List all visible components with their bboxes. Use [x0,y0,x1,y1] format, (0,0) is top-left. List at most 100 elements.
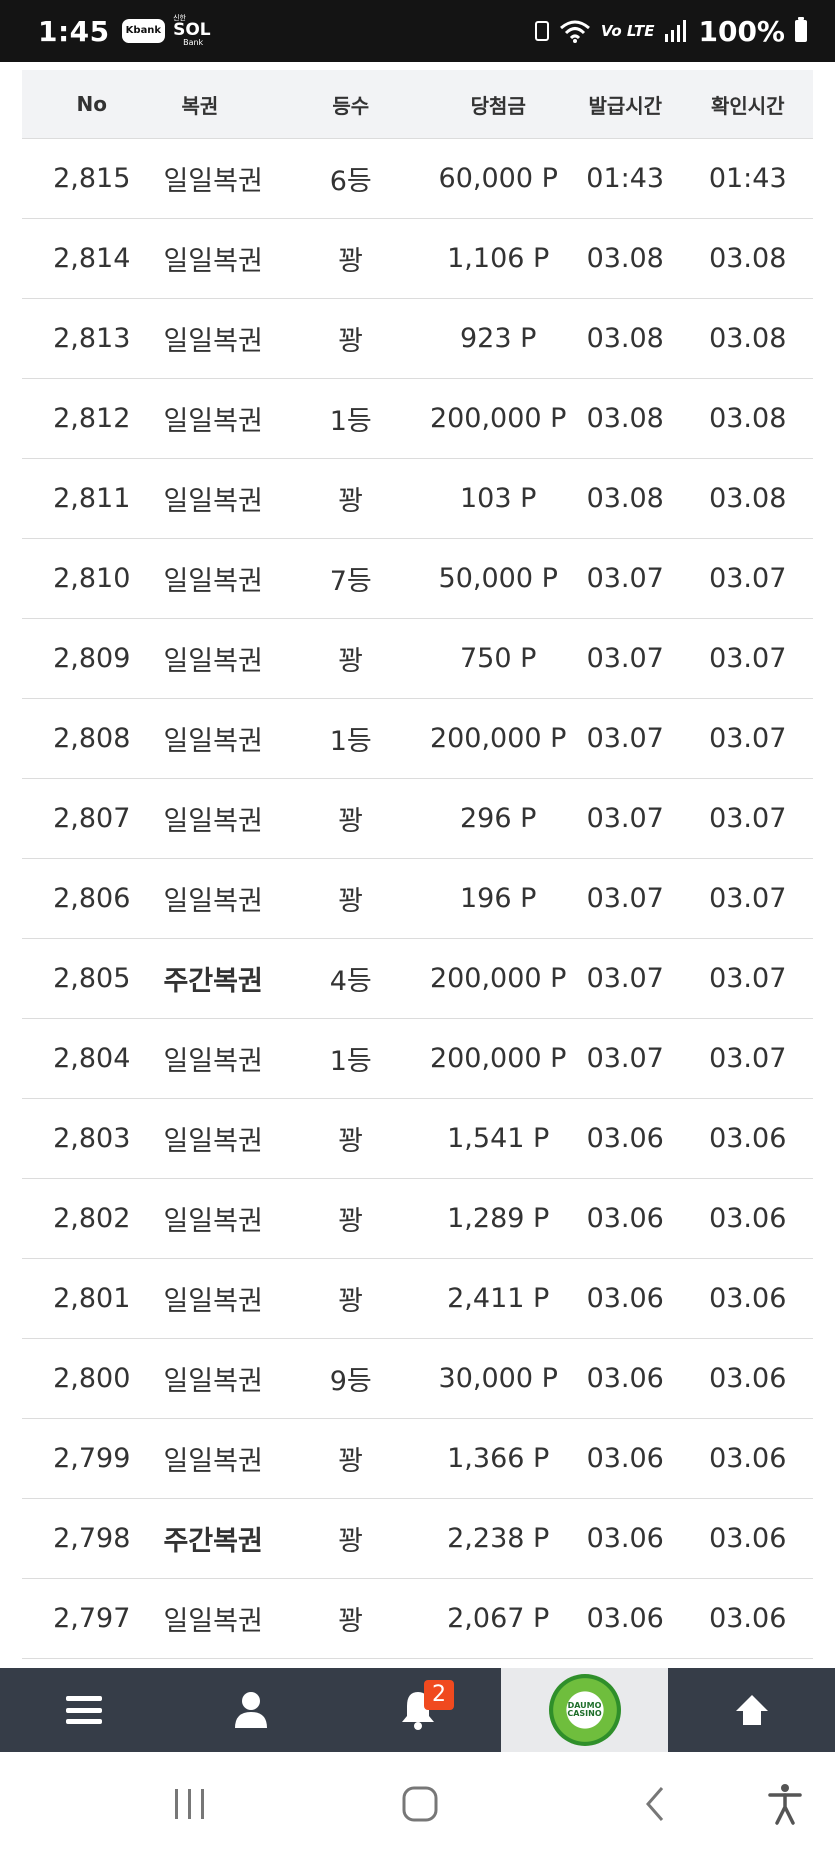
cell-lottery-type: 일일복권 [163,806,263,837]
cell-no: 2,806 [53,883,131,914]
table-row: 2,804 일일복권 1등 200,000 P 03.07 03.07 [22,1019,813,1099]
cell-rank: 꽝 [338,1446,364,1477]
cell-no: 2,803 [53,1123,131,1154]
battery-icon [795,17,807,42]
cell-checked-time: 03.07 [709,1043,787,1074]
arrow-up-icon [735,1695,768,1725]
cell-lottery-type: 일일복권 [163,726,263,757]
cell-checked-time: 03.06 [709,1523,787,1554]
header-checked-time: 확인시간 [710,93,785,118]
cell-no: 2,804 [53,1043,131,1074]
cell-issued-time: 03.06 [586,1123,664,1154]
cell-checked-time: 03.07 [709,963,787,994]
cell-lottery-type: 일일복권 [163,166,263,197]
cell-issued-time: 03.08 [586,483,664,514]
cell-lottery-type: 일일복권 [163,326,263,357]
cell-no: 2,815 [53,163,131,194]
table-body: 2,815 일일복권 6등 60,000 P 01:43 01:43 2,814 일일복권 꽝 1… [22,139,813,1659]
battery-saver-icon [534,21,549,41]
cell-rank: 꽝 [338,1606,364,1637]
casino-logo-line2: CASINO [567,1709,602,1718]
cell-lottery-type: 일일복권 [163,246,263,277]
cell-checked-time: 03.06 [709,1603,787,1634]
table-row: 2,808 일일복권 1등 200,000 P 03.07 03.07 [22,699,813,779]
cell-no: 2,808 [53,723,131,754]
cell-checked-time: 03.06 [709,1443,787,1474]
cell-issued-time: 03.07 [586,803,664,834]
cell-checked-time: 03.06 [709,1123,787,1154]
menu-button[interactable] [0,1668,167,1752]
cell-lottery-type: 일일복권 [163,566,263,597]
user-icon [234,1692,267,1728]
casino-button[interactable]: DAUMO CASINO [501,1668,668,1752]
accessibility-icon [768,1784,802,1825]
table-row: 2,809 일일복권 꽝 750 P 03.07 03.07 [22,619,813,699]
cell-no: 2,811 [53,483,131,514]
cell-prize: 200,000 P [429,1043,567,1074]
cell-lottery-type: 일일복권 [163,1286,263,1317]
status-bar: 1:45 Kbank 신한 SOL Bank Vo LTE 100% [0,0,835,62]
table-row: 2,810 일일복권 7등 50,000 P 03.07 03.07 [22,539,813,619]
cell-rank: 꽝 [338,1126,364,1157]
home-button[interactable] [390,1774,450,1834]
notifications-button[interactable]: 2 [334,1668,501,1752]
volte-indicator: Vo LTE [600,22,655,40]
cell-rank: 6등 [329,166,372,197]
recent-apps-button[interactable] [160,1774,220,1834]
cell-lottery-type: 주간복권 [163,1526,263,1557]
cell-rank: 7등 [329,566,372,597]
bottom-nav: 2 DAUMO CASINO [0,1668,835,1752]
table-row: 2,807 일일복권 꽝 296 P 03.07 03.07 [22,779,813,859]
cell-lottery-type: 일일복권 [163,1206,263,1237]
cell-prize: 923 P [460,323,537,354]
cell-lottery-type: 일일복권 [163,486,263,517]
cell-checked-time: 03.06 [709,1363,787,1394]
cell-rank: 9등 [329,1366,372,1397]
cell-no: 2,798 [53,1523,131,1554]
cell-rank: 1등 [329,726,372,757]
status-right-group: Vo LTE 100% [534,14,807,48]
cell-issued-time: 03.06 [586,1363,664,1394]
cell-rank: 꽝 [338,886,364,917]
cell-rank: 꽝 [338,326,364,357]
cell-issued-time: 03.07 [586,963,664,994]
header-issued-time: 발급시간 [588,93,663,118]
cell-issued-time: 03.08 [586,323,664,354]
cell-prize: 2,411 P [447,1283,550,1314]
cell-prize: 296 P [460,803,537,834]
cell-rank: 꽝 [338,246,364,277]
cell-issued-time: 03.06 [586,1523,664,1554]
cell-lottery-type: 일일복권 [163,1126,263,1157]
cell-rank: 꽝 [338,1206,364,1237]
cell-lottery-type: 일일복권 [163,406,263,437]
table-header: No 복권 등수 당첨금 발급시간 확인시간 [22,70,813,139]
cell-checked-time: 03.08 [709,483,787,514]
cell-no: 2,813 [53,323,131,354]
cell-no: 2,799 [53,1443,131,1474]
table-row: 2,798 주간복권 꽝 2,238 P 03.06 03.06 [22,1499,813,1579]
cell-no: 2,800 [53,1363,131,1394]
cell-prize: 200,000 P [429,403,567,434]
cell-rank: 1등 [329,406,372,437]
cell-checked-time: 03.07 [709,803,787,834]
table-row: 2,801 일일복권 꽝 2,411 P 03.06 03.06 [22,1259,813,1339]
cell-checked-time: 03.06 [709,1203,787,1234]
kbank-app-icon: Kbank [121,19,166,43]
header-no: No [76,92,107,116]
profile-button[interactable] [167,1668,334,1752]
cell-checked-time: 03.07 [709,883,787,914]
cell-lottery-type: 일일복권 [163,1446,263,1477]
table-row: 2,805 주간복권 4등 200,000 P 03.07 03.07 [22,939,813,1019]
accessibility-button[interactable] [755,1774,815,1834]
table-row: 2,802 일일복권 꽝 1,289 P 03.06 03.06 [22,1179,813,1259]
table-row: 2,803 일일복권 꽝 1,541 P 03.06 03.06 [22,1099,813,1179]
back-button[interactable] [625,1774,685,1834]
cell-rank: 꽝 [338,806,364,837]
scroll-top-button[interactable] [668,1668,835,1752]
cell-rank: 꽝 [338,1526,364,1557]
cell-issued-time: 03.06 [586,1203,664,1234]
cell-rank: 4등 [329,966,372,997]
table-row: 2,797 일일복권 꽝 2,067 P 03.06 03.06 [22,1579,813,1659]
battery-percent: 100% [698,14,785,48]
cell-prize: 750 P [460,643,537,674]
